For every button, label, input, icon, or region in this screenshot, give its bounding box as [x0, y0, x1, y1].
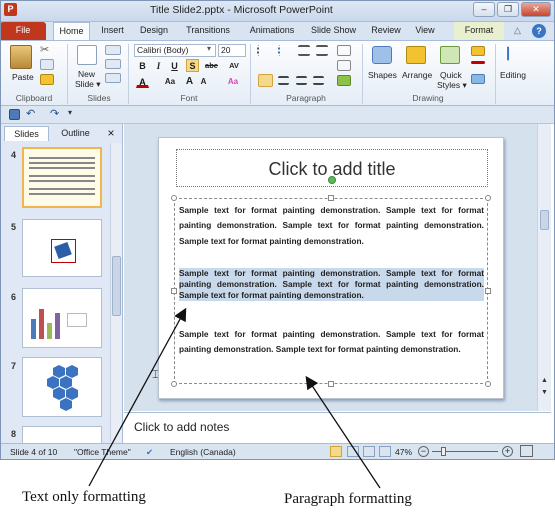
caption-text-only-formatting: Text only formatting — [22, 489, 146, 505]
caption-paragraph-formatting: Paragraph formatting — [284, 491, 412, 507]
text-formatting-arrow — [88, 307, 187, 487]
paragraph-formatting-arrow — [305, 375, 381, 489]
annotation-arrows — [88, 307, 381, 489]
